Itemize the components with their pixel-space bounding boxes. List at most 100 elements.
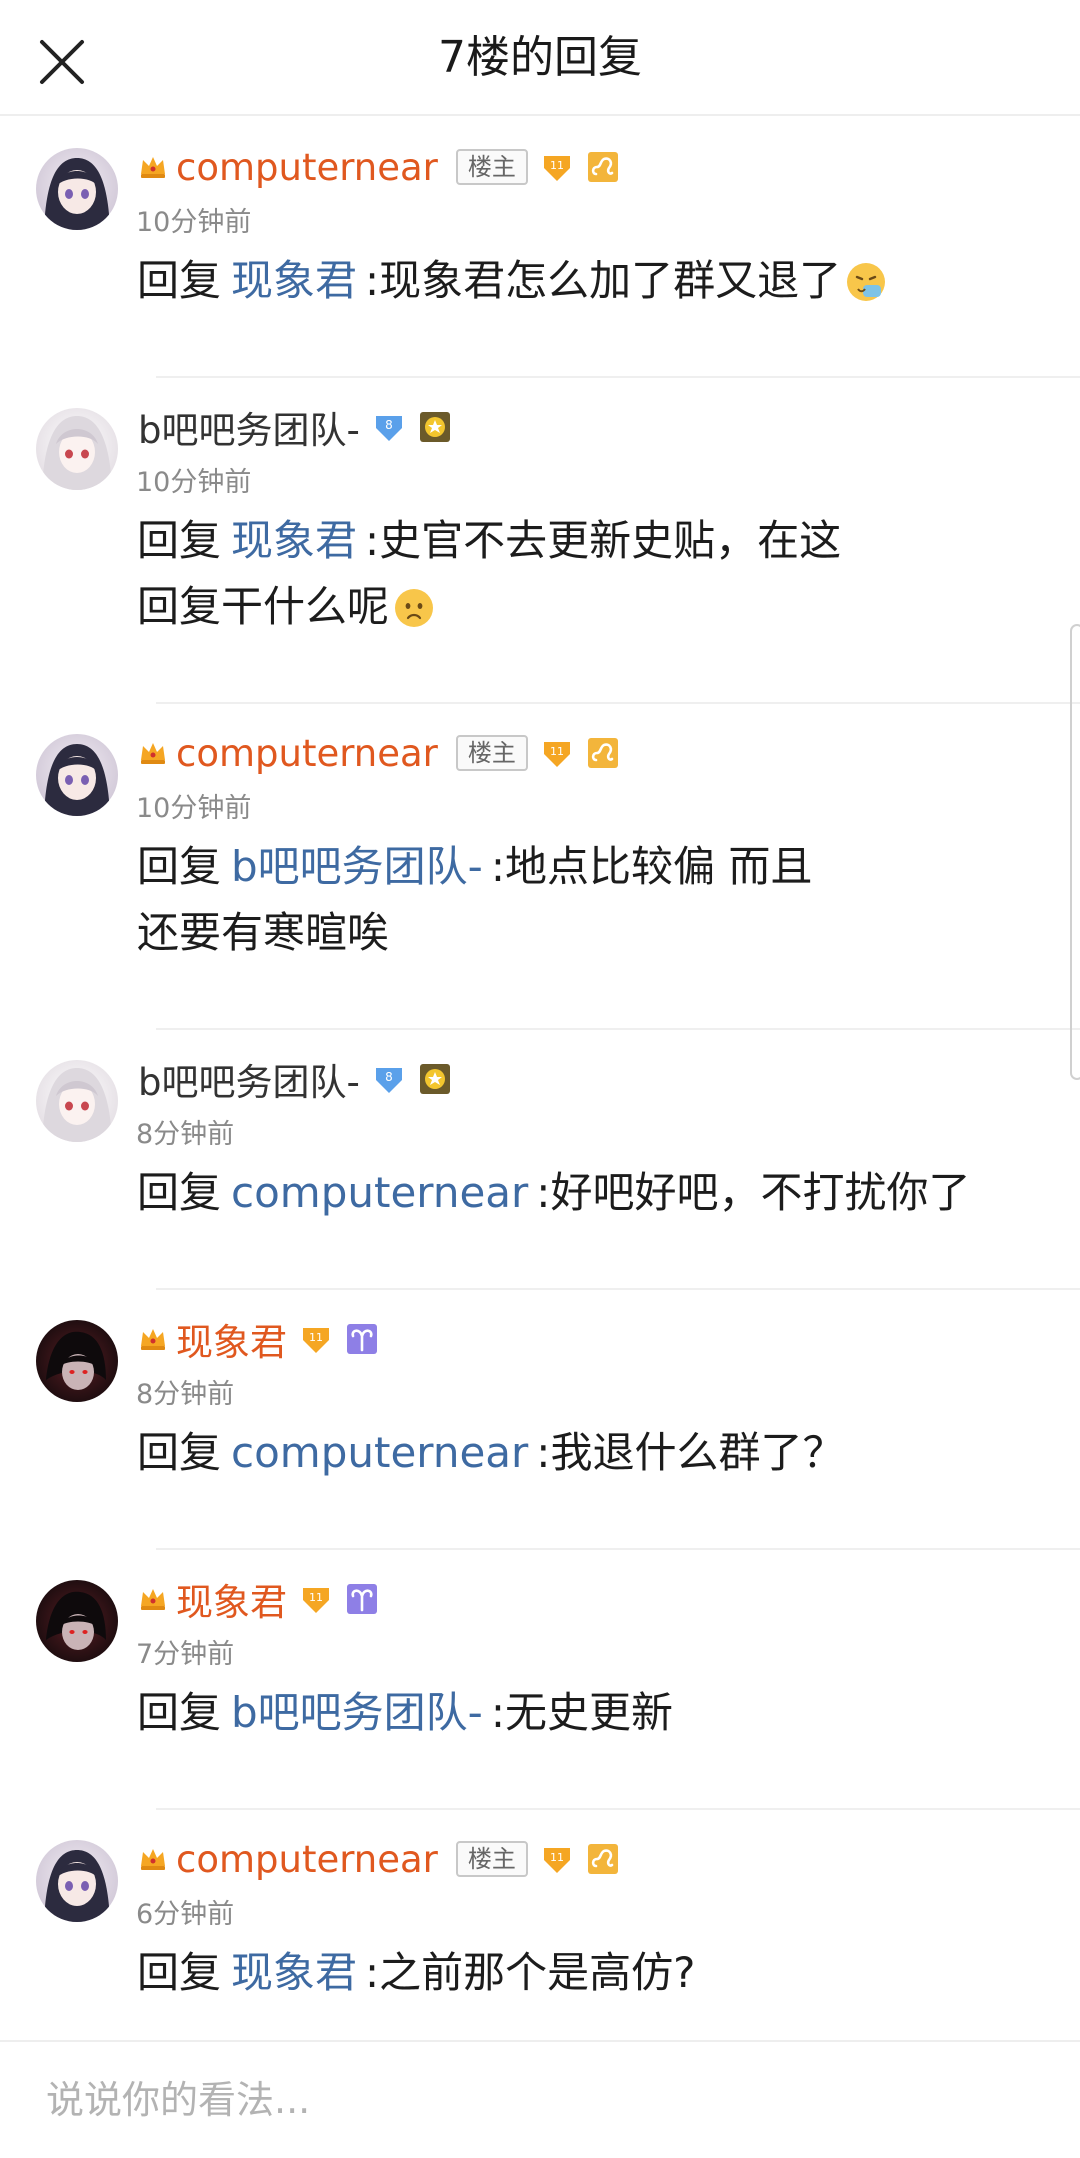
reply-text: :之前那个是高仿? xyxy=(365,1948,696,1997)
username[interactable]: 现象君 xyxy=(176,1572,287,1626)
aries-icon xyxy=(345,1322,379,1356)
user-info-row: 现象君 11 xyxy=(138,1312,379,1366)
reply-label: 回复 xyxy=(137,256,222,305)
timestamp: 10分钟前 xyxy=(136,793,252,824)
reply-text: :现象君怎么加了群又退了 xyxy=(365,256,842,305)
reply-label: 回复 xyxy=(137,1428,222,1477)
timestamp: 10分钟前 xyxy=(136,467,252,498)
host-badge: 楼主 xyxy=(455,735,528,771)
reply-item[interactable]: 现象君 11 8分钟前 回复 computernear:我退什么群了？ xyxy=(0,1290,1080,1550)
reply-label: 回复 xyxy=(137,842,222,891)
mention-link[interactable]: b吧吧务团队- xyxy=(231,1688,483,1737)
reply-text: :我退什么群了？ xyxy=(536,1428,845,1477)
user-info-row: 现象君 11 xyxy=(138,1572,379,1626)
timestamp: 6分钟前 xyxy=(136,1899,235,1930)
reply-text: :好吧好吧，不打扰你了 xyxy=(536,1168,971,1217)
avatar[interactable] xyxy=(36,1320,118,1402)
crown-icon xyxy=(138,152,168,182)
reply-text-line2: 回复干什么呢 xyxy=(137,582,390,631)
mention-link[interactable]: computernear xyxy=(231,1168,528,1217)
user-info-row: computernear 楼主 11 xyxy=(138,140,620,194)
avatar[interactable] xyxy=(36,1840,118,1922)
username[interactable]: computernear xyxy=(176,1838,438,1881)
username[interactable]: b吧吧务团队- xyxy=(138,400,360,454)
svg-text:8: 8 xyxy=(385,1070,393,1084)
avatar[interactable] xyxy=(36,734,118,816)
avatar[interactable] xyxy=(36,408,118,490)
reply-text: :无史更新 xyxy=(490,1688,673,1737)
reply-thread-screen: 7楼的回复 computernear 楼主 11 10分钟前 回复 现象君:现象君… xyxy=(0,0,1080,2158)
reply-text: :地点比较偏 而且 xyxy=(490,842,813,891)
mention-link[interactable]: computernear xyxy=(231,1428,528,1477)
avatar[interactable] xyxy=(36,1580,118,1662)
host-badge: 楼主 xyxy=(455,149,528,185)
username[interactable]: computernear xyxy=(176,732,438,775)
comment-bar xyxy=(0,2040,1080,2158)
reply-item[interactable]: computernear 楼主 11 10分钟前 回复 现象君:现象君怎么加了群又… xyxy=(0,118,1080,378)
timestamp: 8分钟前 xyxy=(136,1379,235,1410)
reply-content: 回复 b吧吧务团队-:地点比较偏 而且还要有寒暄唉 xyxy=(137,834,1017,966)
reply-label: 回复 xyxy=(137,1168,222,1217)
reply-item[interactable]: 现象君 11 7分钟前 回复 b吧吧务团队-:无史更新 xyxy=(0,1550,1080,1810)
level-8-icon: 8 xyxy=(372,1062,406,1096)
mention-link[interactable]: 现象君 xyxy=(231,256,357,305)
scrollbar-thumb[interactable] xyxy=(1070,624,1080,1080)
worried-emoji xyxy=(393,582,435,627)
user-info-row: computernear 楼主 11 xyxy=(138,1832,620,1886)
level-11-icon: 11 xyxy=(540,736,574,770)
timestamp: 10分钟前 xyxy=(136,207,252,238)
host-badge: 楼主 xyxy=(455,1841,528,1877)
level-11-icon: 11 xyxy=(299,1582,333,1616)
svg-text:11: 11 xyxy=(550,1851,564,1864)
leo-icon xyxy=(586,1842,620,1876)
username[interactable]: b吧吧务团队- xyxy=(138,1052,360,1106)
moderator-icon xyxy=(418,1062,452,1096)
timestamp: 7分钟前 xyxy=(136,1639,235,1670)
user-info-row: b吧吧务团队- 8 xyxy=(138,400,452,454)
reply-label: 回复 xyxy=(137,1948,222,1997)
crown-icon xyxy=(138,1844,168,1874)
svg-text:11: 11 xyxy=(550,159,564,172)
reply-label: 回复 xyxy=(137,1688,222,1737)
reply-text: :史官不去更新史贴，在这 xyxy=(365,516,842,565)
comment-input[interactable] xyxy=(46,2068,1026,2132)
leo-icon xyxy=(586,150,620,184)
avatar[interactable] xyxy=(36,148,118,230)
reply-item[interactable]: computernear 楼主 11 10分钟前 回复 b吧吧务团队-:地点比较偏… xyxy=(0,704,1080,1030)
reply-item[interactable]: computernear 楼主 11 6分钟前 回复 现象君:之前那个是高仿? xyxy=(0,1810,1080,2070)
mention-link[interactable]: 现象君 xyxy=(231,516,357,565)
level-11-icon: 11 xyxy=(540,150,574,184)
reply-content: 回复 b吧吧务团队-:无史更新 xyxy=(137,1680,1017,1746)
sneeze-emoji xyxy=(845,256,887,301)
username[interactable]: 现象君 xyxy=(176,1312,287,1366)
leo-icon xyxy=(586,736,620,770)
crown-icon xyxy=(138,738,168,768)
reply-list: computernear 楼主 11 10分钟前 回复 现象君:现象君怎么加了群又… xyxy=(0,118,1080,2070)
reply-content: 回复 computernear:好吧好吧，不打扰你了 xyxy=(137,1160,1017,1226)
reply-content: 回复 现象君:之前那个是高仿? xyxy=(137,1940,1017,2006)
reply-content: 回复 现象君:现象君怎么加了群又退了 xyxy=(137,248,1017,314)
crown-icon xyxy=(138,1584,168,1614)
user-info-row: computernear 楼主 11 xyxy=(138,726,620,780)
reply-content: 回复 computernear:我退什么群了？ xyxy=(137,1420,1017,1486)
svg-text:11: 11 xyxy=(550,745,564,758)
reply-item[interactable]: b吧吧务团队- 8 10分钟前 回复 现象君:史官不去更新史贴，在这回复干什么呢 xyxy=(0,378,1080,704)
level-11-icon: 11 xyxy=(540,1842,574,1876)
reply-item[interactable]: b吧吧务团队- 8 8分钟前 回复 computernear:好吧好吧，不打扰你了 xyxy=(0,1030,1080,1290)
aries-icon xyxy=(345,1582,379,1616)
reply-text-line2: 还要有寒暄唉 xyxy=(137,908,390,957)
username[interactable]: computernear xyxy=(176,146,438,189)
svg-text:11: 11 xyxy=(309,1591,323,1604)
svg-text:11: 11 xyxy=(309,1331,323,1344)
reply-label: 回复 xyxy=(137,516,222,565)
avatar[interactable] xyxy=(36,1060,118,1142)
level-8-icon: 8 xyxy=(372,410,406,444)
level-11-icon: 11 xyxy=(299,1322,333,1356)
page-title: 7楼的回复 xyxy=(438,32,642,83)
reply-content: 回复 现象君:史官不去更新史贴，在这回复干什么呢 xyxy=(137,508,1017,640)
mention-link[interactable]: b吧吧务团队- xyxy=(231,842,483,891)
moderator-icon xyxy=(418,410,452,444)
mention-link[interactable]: 现象君 xyxy=(231,1948,357,1997)
svg-text:8: 8 xyxy=(385,418,393,432)
crown-icon xyxy=(138,1324,168,1354)
